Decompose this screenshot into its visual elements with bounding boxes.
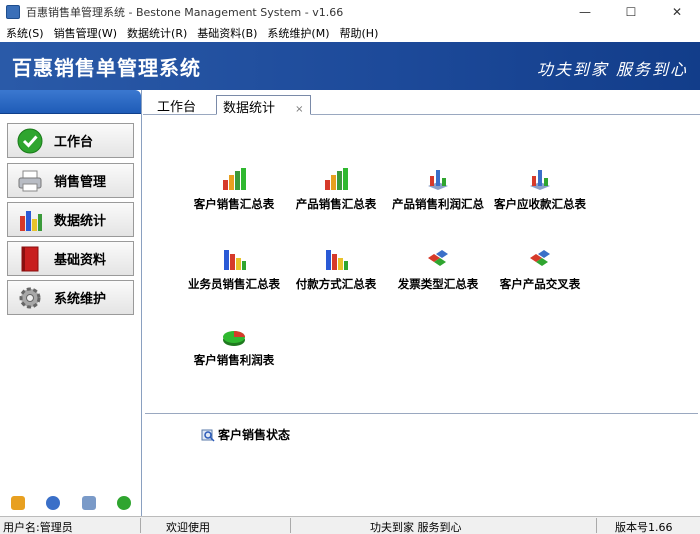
- status-bar: 用户名:管理员 欢迎使用 功夫到家 服务到心 版本号1.66: [0, 516, 700, 534]
- sidebar-item-label: 数据统计: [54, 214, 107, 229]
- report-customer-product-cross[interactable]: 客户产品交叉表: [485, 246, 595, 292]
- status-version: 版本号1.66: [615, 521, 673, 534]
- cubes-icon: [530, 250, 550, 266]
- menu-system[interactable]: 系统(S): [2, 25, 48, 41]
- close-icon[interactable]: ×: [295, 104, 303, 115]
- menu-maintenance[interactable]: 系统维护(M): [263, 25, 333, 41]
- status-link-label: 客户销售状态: [218, 428, 291, 442]
- gear-icon: [16, 284, 44, 312]
- close-button[interactable]: ✕: [654, 0, 700, 24]
- status-divider: [290, 518, 291, 533]
- report-invoice-type-summary[interactable]: 发票类型汇总表: [383, 246, 493, 292]
- report-label: 产品销售利润汇总: [392, 197, 484, 211]
- window-controls: — ☐ ✕: [562, 0, 700, 24]
- app-icon: [6, 5, 20, 19]
- green-check-icon: [16, 127, 44, 155]
- customer-sales-status-link[interactable]: 客户销售状态: [201, 426, 290, 443]
- sidebar-item-statistics[interactable]: 数据统计: [7, 202, 134, 237]
- printer-icon: [16, 167, 44, 195]
- main-panel: 工作台 数据统计 × 客户销售汇总表 产品销售汇总表 产品销售利润汇总 客户应收…: [143, 90, 700, 516]
- menu-help[interactable]: 帮助(H): [336, 25, 383, 41]
- report-label: 产品销售汇总表: [295, 197, 377, 211]
- title-bar: 百惠销售单管理系统 - Bestone Management System - …: [0, 0, 700, 24]
- report-label: 发票类型汇总表: [397, 277, 479, 291]
- report-product-sales-summary[interactable]: 产品销售汇总表: [281, 166, 391, 212]
- sidebar-item-workbench[interactable]: 工作台: [7, 123, 134, 158]
- search-icon[interactable]: [81, 496, 96, 510]
- 3d-bar-chart-icon: [428, 170, 448, 190]
- status-slogan: 功夫到家 服务到心: [370, 521, 462, 534]
- report-label: 业务员销售汇总表: [188, 277, 280, 291]
- sidebar-item-label: 系统维护: [54, 292, 107, 307]
- sidebar-item-label: 基础资料: [54, 253, 107, 268]
- banner-slogan: 功夫到家 服务到心: [536, 60, 688, 79]
- menu-bar: 系统(S) 销售管理(W) 数据统计(R) 基础资料(B) 系统维护(M) 帮助…: [0, 24, 700, 42]
- menu-statistics[interactable]: 数据统计(R): [123, 25, 191, 41]
- sidebar-item-maintenance[interactable]: 系统维护: [7, 280, 134, 315]
- status-user: 用户名:管理员: [3, 521, 73, 534]
- refresh-icon[interactable]: [117, 496, 132, 510]
- pie-chart-icon: [223, 331, 245, 346]
- 3d-bar-chart-icon: [530, 170, 550, 190]
- report-salesperson-summary[interactable]: 业务员销售汇总表: [179, 246, 289, 292]
- tab-statistics[interactable]: 数据统计 ×: [216, 95, 311, 116]
- search-report-icon: [201, 429, 215, 442]
- tab-workbench[interactable]: 工作台: [151, 95, 202, 115]
- bar-chart-icon: [325, 168, 348, 190]
- column-chart-icon: [326, 250, 348, 270]
- maximize-button[interactable]: ☐: [608, 0, 654, 24]
- banner-title: 百惠销售单管理系统: [12, 56, 201, 80]
- status-divider: [596, 518, 597, 533]
- bar-chart-icon: [16, 206, 44, 234]
- report-product-profit-summary[interactable]: 产品销售利润汇总: [383, 166, 493, 212]
- tab-strip: 工作台 数据统计 ×: [143, 90, 700, 116]
- menu-sales[interactable]: 销售管理(W): [50, 25, 121, 41]
- report-label: 付款方式汇总表: [295, 277, 377, 291]
- sidebar-item-sales[interactable]: 销售管理: [7, 163, 134, 198]
- report-customer-sales-summary[interactable]: 客户销售汇总表: [179, 166, 289, 212]
- sidebar-item-basic-data[interactable]: 基础资料: [7, 241, 134, 276]
- tab-label: 工作台: [157, 100, 197, 115]
- tab-label: 数据统计: [223, 101, 276, 116]
- clock-icon[interactable]: [46, 496, 61, 510]
- column-chart-icon: [224, 250, 246, 270]
- bottom-panel: 客户销售状态: [145, 413, 698, 513]
- cubes-icon: [428, 250, 448, 266]
- sidebar-item-label: 销售管理: [54, 175, 107, 190]
- report-label: 客户产品交叉表: [499, 277, 581, 291]
- sidebar-toolbar: [0, 496, 142, 510]
- bar-chart-icon: [223, 168, 246, 190]
- minimize-button[interactable]: —: [562, 0, 608, 24]
- sidebar-item-label: 工作台: [54, 135, 94, 150]
- status-welcome: 欢迎使用: [166, 521, 210, 534]
- menu-basic-data[interactable]: 基础资料(B): [193, 25, 261, 41]
- window-title: 百惠销售单管理系统 - Bestone Management System - …: [26, 6, 344, 19]
- report-customer-receivables-summary[interactable]: 客户应收款汇总表: [485, 166, 595, 212]
- report-payment-method-summary[interactable]: 付款方式汇总表: [281, 246, 391, 292]
- header-banner: 百惠销售单管理系统 功夫到家 服务到心: [0, 42, 700, 90]
- report-label: 客户销售利润表: [193, 353, 275, 367]
- sidebar: 工作台 销售管理 数据统计 基础资料 系统维护: [0, 90, 142, 516]
- report-customer-sales-profit[interactable]: 客户销售利润表: [179, 328, 289, 368]
- report-label: 客户应收款汇总表: [494, 197, 586, 211]
- report-label: 客户销售汇总表: [193, 197, 275, 211]
- red-book-icon: [16, 245, 44, 273]
- edit-icon[interactable]: [10, 496, 25, 510]
- sidebar-header: [0, 90, 141, 114]
- status-divider: [140, 518, 141, 533]
